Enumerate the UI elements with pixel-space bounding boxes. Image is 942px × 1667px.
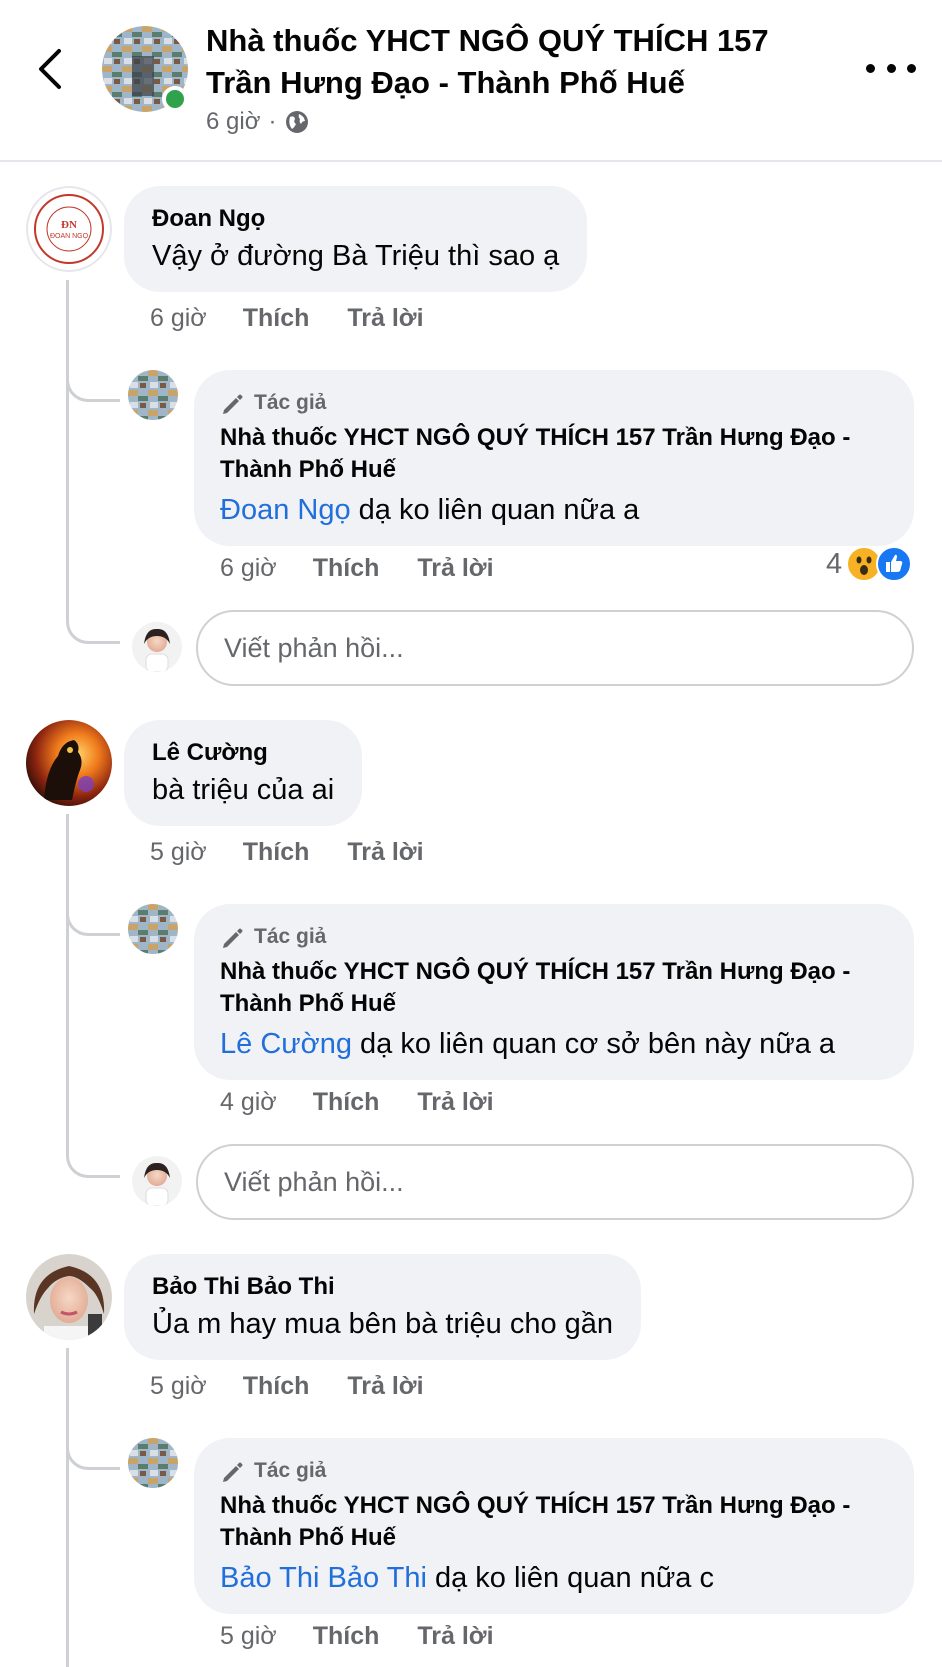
- reply-actions: 6 giờ Thích Trả lời: [220, 554, 494, 583]
- post-time: 6 giờ: [206, 108, 261, 135]
- dot-icon: [907, 63, 916, 73]
- commenter-name[interactable]: Bảo Thi Bảo Thi: [152, 1272, 613, 1302]
- reply-text: Đoan Ngọ dạ ko liên quan nữa a: [220, 490, 888, 530]
- svg-text:ĐN: ĐN: [61, 219, 77, 231]
- mention-link[interactable]: Bảo Thi Bảo Thi: [220, 1562, 427, 1594]
- comment-bubble[interactable]: Lê Cường bà triệu của ai: [124, 720, 363, 826]
- reply-text: Bảo Thi Bảo Thi dạ ko liên quan nữa c: [220, 1558, 888, 1598]
- reply-button[interactable]: Trả lời: [417, 554, 493, 583]
- reply-button[interactable]: Trả lời: [347, 838, 423, 867]
- reply-bubble[interactable]: Tác giả Nhà thuốc YHCT NGÔ QUÝ THÍCH 157…: [194, 1438, 914, 1614]
- thread-branch: [66, 580, 120, 644]
- reply-button[interactable]: Trả lời: [347, 1372, 423, 1401]
- thread-line: [66, 280, 69, 580]
- reply-input[interactable]: Viết phản hồi...: [196, 610, 914, 686]
- commenter-avatar[interactable]: [26, 1254, 112, 1340]
- page-reply-avatar[interactable]: [128, 1438, 178, 1488]
- post-header: Nhà thuốc YHCT NGÔ QUÝ THÍCH 157 Trần Hư…: [0, 0, 942, 162]
- globe-icon: [284, 109, 310, 135]
- commenter-avatar[interactable]: ĐN ĐOAN NGỌ: [26, 186, 112, 272]
- like-button[interactable]: Thích: [243, 1372, 310, 1401]
- author-badge-label: Tác giả: [254, 925, 327, 948]
- reply-bubble[interactable]: Tác giả Nhà thuốc YHCT NGÔ QUÝ THÍCH 157…: [194, 904, 914, 1080]
- thread-line: [66, 814, 69, 1114]
- commenter-name[interactable]: Lê Cường: [152, 738, 334, 768]
- reply-button[interactable]: Trả lời: [417, 1088, 493, 1117]
- like-button[interactable]: Thích: [243, 838, 310, 867]
- reply-text: Lê Cường dạ ko liên quan cơ sở bên này n…: [220, 1024, 888, 1064]
- reply-bubble[interactable]: Tác giả Nhà thuốc YHCT NGÔ QUÝ THÍCH 157…: [194, 370, 914, 546]
- comment-actions: 6 giờ Thích Trả lời: [150, 304, 424, 333]
- comment-time[interactable]: 5 giờ: [150, 1372, 207, 1401]
- reply-input[interactable]: Viết phản hồi...: [196, 1144, 914, 1220]
- mention-link[interactable]: Đoan Ngọ: [220, 494, 351, 526]
- current-user-avatar: [132, 622, 182, 672]
- mention-link[interactable]: Lê Cường: [220, 1028, 352, 1060]
- page-title[interactable]: Nhà thuốc YHCT NGÔ QUÝ THÍCH 157 Trần Hư…: [206, 20, 816, 104]
- dot-icon: [866, 63, 875, 73]
- reply-actions: 4 giờ Thích Trả lời: [220, 1088, 494, 1117]
- reply-author-name[interactable]: Nhà thuốc YHCT NGÔ QUÝ THÍCH 157 Trần Hư…: [220, 1490, 888, 1554]
- author-badge: Tác giả: [220, 922, 888, 952]
- back-button[interactable]: [30, 44, 70, 94]
- reply-time[interactable]: 6 giờ: [220, 554, 277, 583]
- reply-button[interactable]: Trả lời: [417, 1622, 493, 1651]
- reply-message: dạ ko liên quan cơ sở bên này nữa a: [351, 1028, 836, 1060]
- dot-icon: [886, 63, 896, 73]
- commenter-name[interactable]: Đoan Ngọ: [152, 204, 559, 234]
- reply-message: dạ ko liên quan nữa c: [426, 1562, 714, 1594]
- like-button[interactable]: Thích: [243, 304, 310, 333]
- chevron-left-icon: [39, 49, 61, 89]
- thread-branch: [66, 1114, 120, 1178]
- comment-text: Vậy ở đường Bà Triệu thì sao ạ: [152, 240, 560, 272]
- comment-text: Ủa m hay mua bên bà triệu cho gần: [152, 1308, 614, 1340]
- comment-text: bà triệu của ai: [152, 774, 335, 806]
- post-meta: 6 giờ ·: [206, 108, 310, 136]
- like-button[interactable]: Thích: [313, 1622, 380, 1651]
- thread-branch: [66, 874, 120, 936]
- author-badge: Tác giả: [220, 388, 888, 418]
- page-reply-avatar[interactable]: [128, 904, 178, 954]
- more-options-button[interactable]: [866, 56, 916, 80]
- reply-actions: 5 giờ Thích Trả lời: [220, 1622, 494, 1651]
- reply-button[interactable]: Trả lời: [347, 304, 423, 333]
- current-user-avatar: [132, 1156, 182, 1206]
- like-reaction-icon: [876, 546, 913, 582]
- thread-branch: [66, 340, 120, 402]
- online-status-dot: [162, 86, 188, 112]
- author-badge-label: Tác giả: [254, 391, 327, 414]
- pencil-icon: [223, 394, 243, 414]
- comment-time[interactable]: 5 giờ: [150, 838, 207, 867]
- pencil-icon: [223, 928, 243, 948]
- like-button[interactable]: Thích: [313, 554, 380, 583]
- reaction-count: 4: [826, 547, 843, 580]
- comment-bubble[interactable]: Đoan Ngọ Vậy ở đường Bà Triệu thì sao ạ: [124, 186, 588, 292]
- commenter-avatar[interactable]: [26, 720, 112, 806]
- reply-author-name[interactable]: Nhà thuốc YHCT NGÔ QUÝ THÍCH 157 Trần Hư…: [220, 956, 888, 1020]
- comment-time[interactable]: 6 giờ: [150, 304, 207, 333]
- meta-separator: ·: [268, 108, 277, 135]
- thread-line: [66, 1348, 69, 1667]
- comment-actions: 5 giờ Thích Trả lời: [150, 838, 424, 867]
- page-reply-avatar[interactable]: [128, 370, 178, 420]
- comment-actions: 5 giờ Thích Trả lời: [150, 1372, 424, 1401]
- pencil-icon: [223, 1462, 243, 1482]
- like-button[interactable]: Thích: [313, 1088, 380, 1117]
- comment-bubble[interactable]: Bảo Thi Bảo Thi Ủa m hay mua bên bà triệ…: [124, 1254, 642, 1360]
- author-badge-label: Tác giả: [254, 1459, 327, 1482]
- thread-branch: [66, 1408, 120, 1470]
- reaction-summary[interactable]: 4: [826, 546, 913, 582]
- reply-time[interactable]: 4 giờ: [220, 1088, 277, 1117]
- author-badge: Tác giả: [220, 1456, 888, 1486]
- reply-time[interactable]: 5 giờ: [220, 1622, 277, 1651]
- svg-text:ĐOAN NGỌ: ĐOAN NGỌ: [50, 233, 89, 240]
- reply-message: dạ ko liên quan nữa a: [350, 494, 640, 526]
- reply-author-name[interactable]: Nhà thuốc YHCT NGÔ QUÝ THÍCH 157 Trần Hư…: [220, 422, 888, 486]
